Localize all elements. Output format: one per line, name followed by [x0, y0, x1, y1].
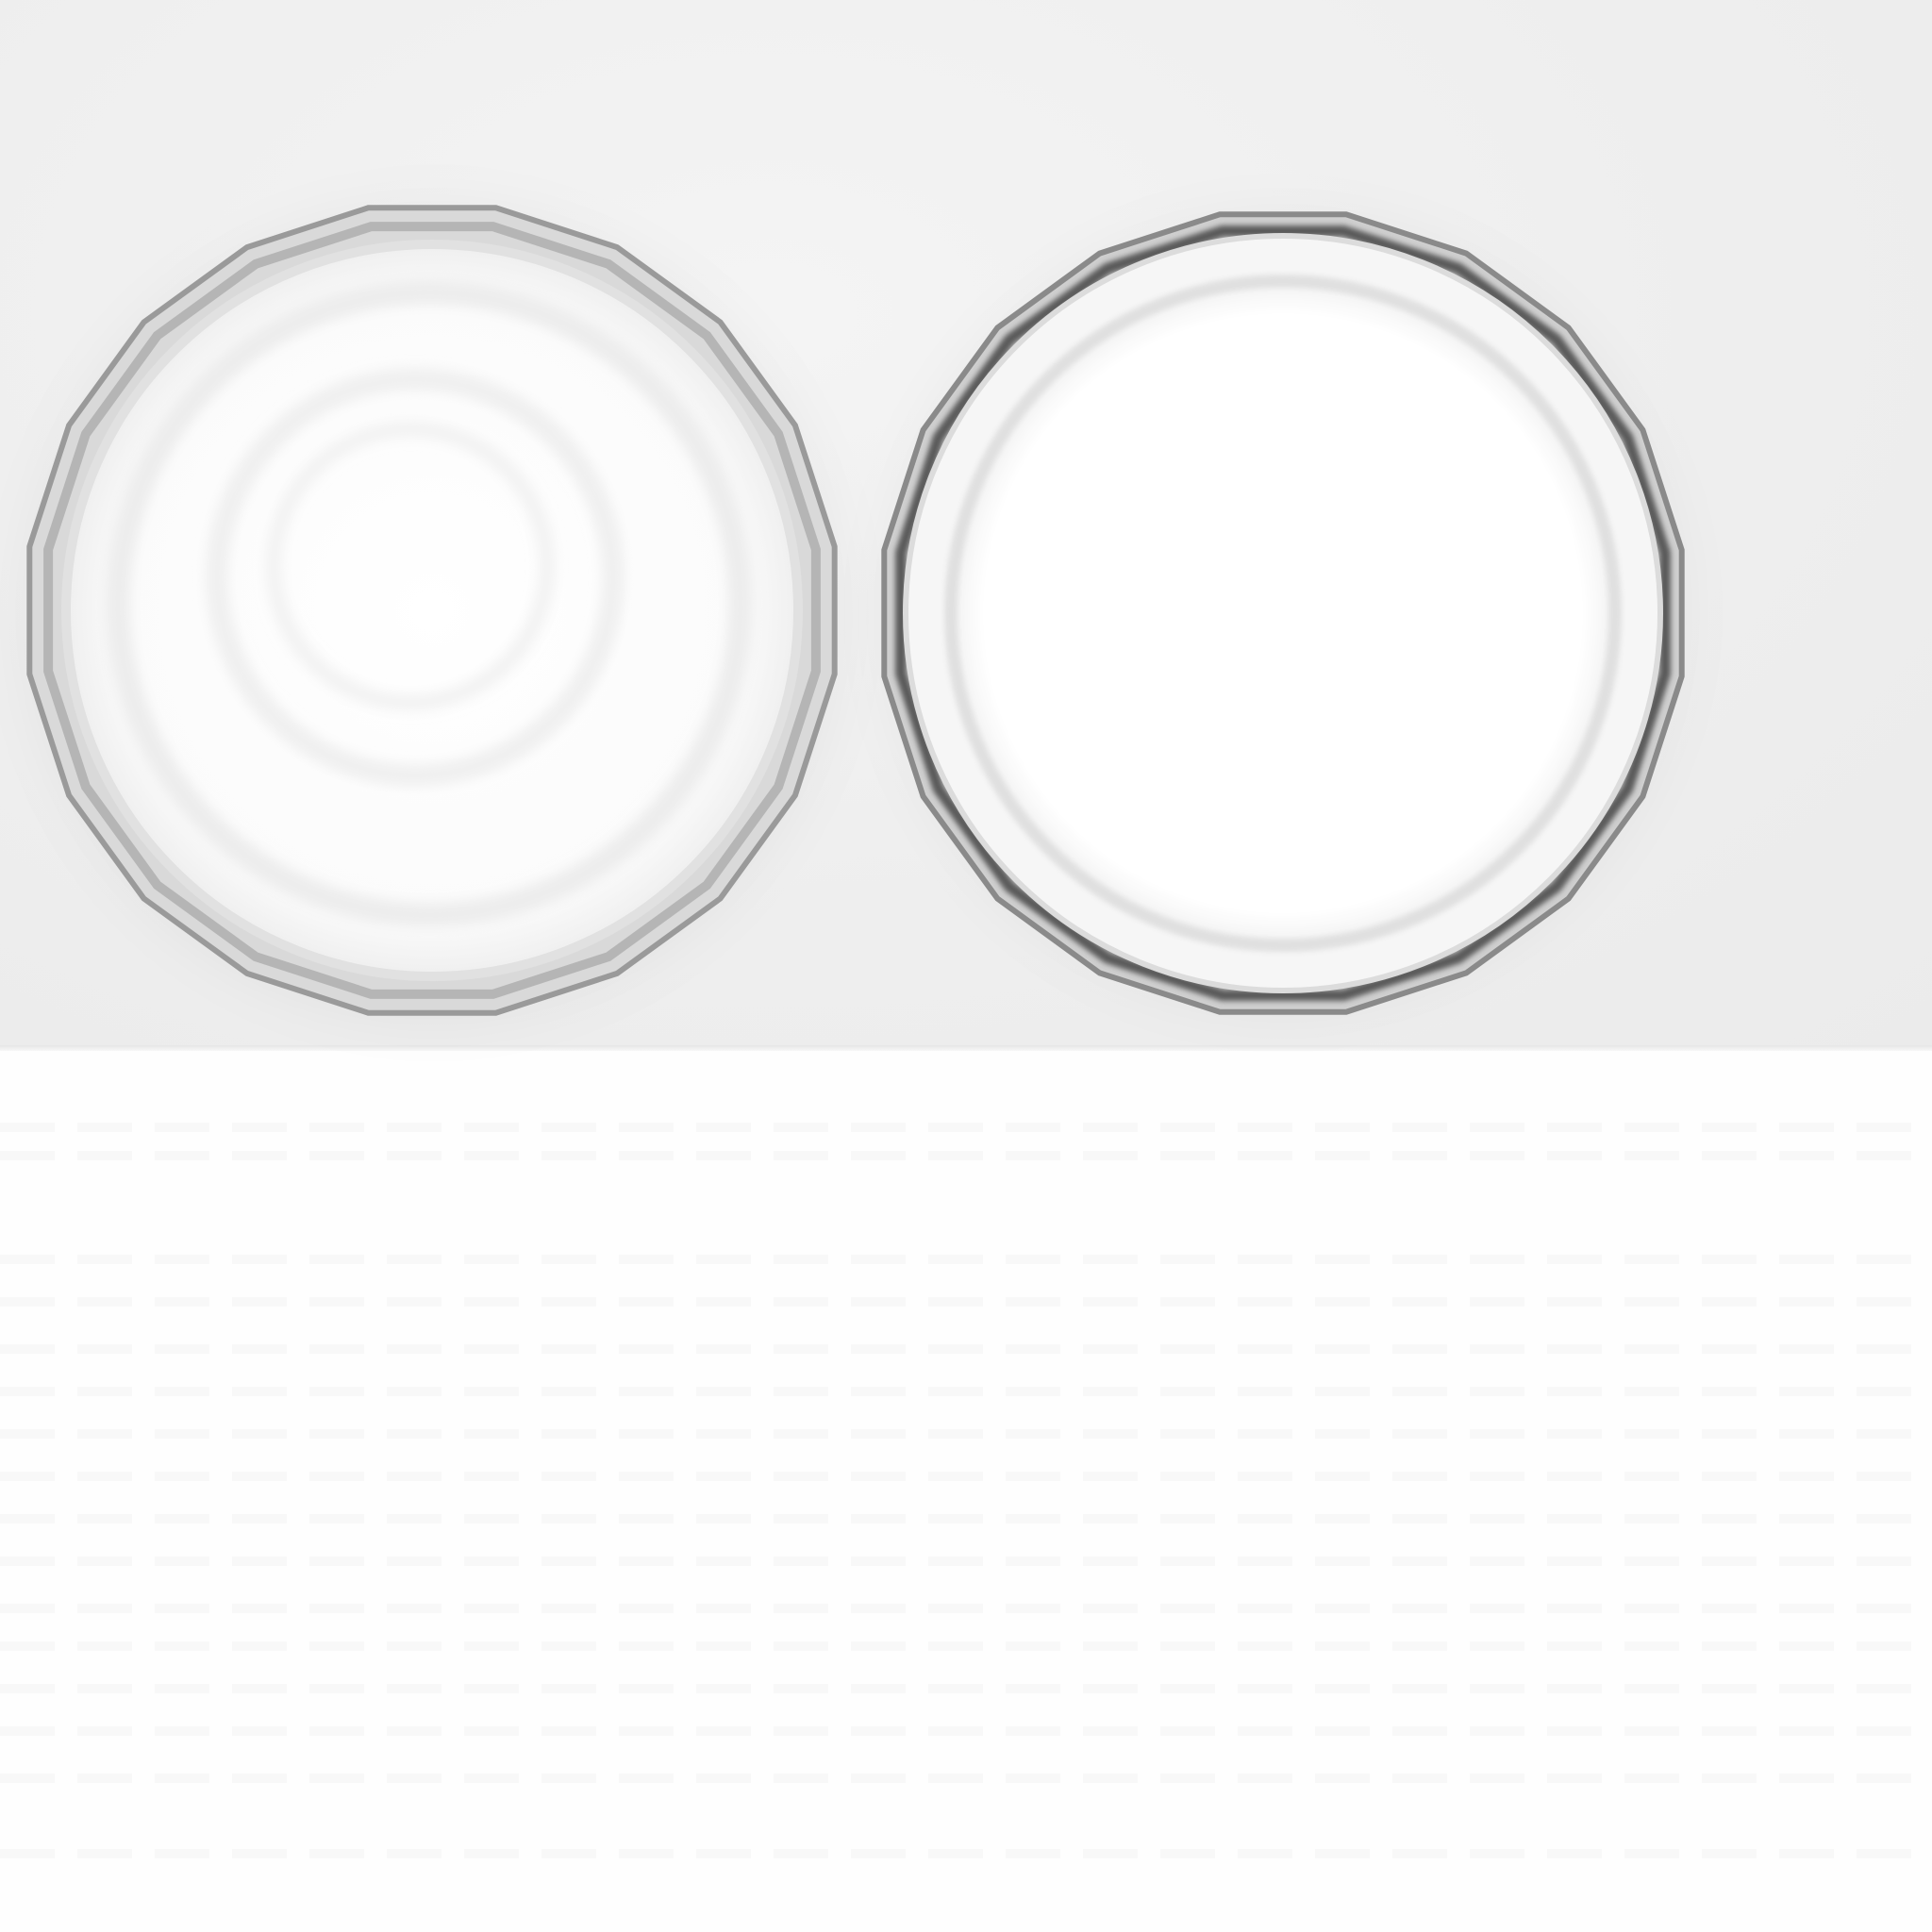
right-jar-lid [858, 189, 1707, 1038]
left-jar-lid [0, 179, 868, 1047]
photo-scene [0, 0, 1932, 1932]
lids-drawing [0, 179, 1707, 1047]
